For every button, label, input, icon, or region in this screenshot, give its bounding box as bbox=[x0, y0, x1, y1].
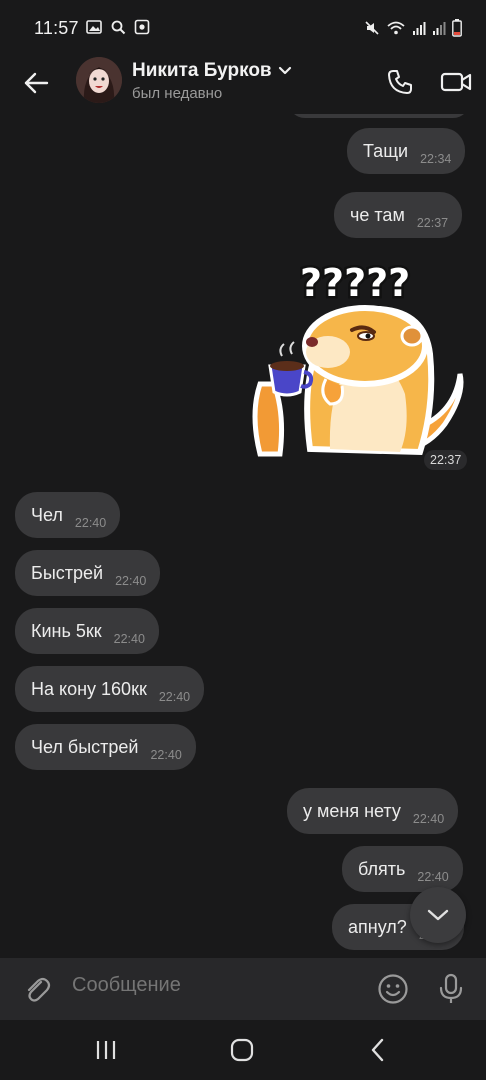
signal-icon bbox=[413, 22, 426, 35]
contact-name-row[interactable]: Никита Бурков bbox=[132, 60, 292, 82]
message-time: 22:40 bbox=[150, 748, 182, 762]
message-bubble-incoming[interactable]: Кинь 5кк 22:40 bbox=[15, 608, 159, 654]
message-bubble-incoming[interactable]: Чел быстрей 22:40 bbox=[15, 724, 196, 770]
phone-icon bbox=[388, 70, 412, 94]
video-call-button[interactable] bbox=[436, 64, 476, 100]
message-input[interactable] bbox=[72, 974, 352, 997]
sticker-message[interactable]: ????? bbox=[240, 254, 470, 466]
wifi-icon bbox=[387, 21, 405, 35]
message-bubble-incoming[interactable]: Чел 22:40 bbox=[15, 492, 121, 538]
battery-icon bbox=[452, 19, 462, 37]
message-time: 22:34 bbox=[420, 152, 452, 166]
call-button[interactable] bbox=[382, 64, 418, 100]
mute-icon bbox=[365, 21, 379, 35]
microphone-icon bbox=[439, 973, 463, 1003]
message-text: Тащи bbox=[363, 140, 409, 161]
message-text: Кинь 5кк bbox=[31, 620, 102, 641]
status-time: 11:57 bbox=[34, 18, 79, 38]
message-bubble-partial bbox=[288, 114, 470, 118]
message-time: 22:40 bbox=[158, 690, 191, 704]
message-text: На кону 160кк bbox=[31, 678, 147, 699]
smiley-icon bbox=[378, 974, 408, 1004]
chevron-down-icon bbox=[278, 66, 291, 75]
arrow-left-icon bbox=[24, 72, 49, 94]
message-text: блять bbox=[358, 858, 406, 879]
message-time: 22:40 bbox=[113, 632, 145, 646]
message-time: 22:40 bbox=[412, 812, 445, 826]
signal-icon bbox=[433, 22, 446, 35]
avatar[interactable] bbox=[76, 57, 122, 103]
message-text: че там bbox=[350, 204, 405, 225]
sticker-caption: ????? bbox=[300, 261, 410, 305]
message-time: 22:40 bbox=[74, 516, 107, 530]
system-nav-bar bbox=[0, 1020, 486, 1080]
message-bubble-outgoing[interactable]: блять 22:40 bbox=[342, 846, 463, 892]
back-icon bbox=[371, 1038, 384, 1062]
message-text: апнул? bbox=[348, 916, 407, 937]
scroll-to-bottom-button[interactable] bbox=[410, 887, 466, 943]
back-button[interactable] bbox=[18, 65, 54, 101]
message-text: Чел bbox=[31, 504, 63, 525]
message-time: 22:40 bbox=[417, 870, 449, 884]
video-camera-icon bbox=[440, 72, 472, 92]
attach-button[interactable] bbox=[20, 972, 54, 1006]
message-time: 22:40 bbox=[115, 574, 147, 588]
message-bubble-incoming[interactable]: На кону 160кк 22:40 bbox=[15, 666, 205, 712]
message-time: 22:37 bbox=[416, 216, 449, 230]
message-text: Чел быстрей bbox=[31, 736, 139, 757]
microphone-button[interactable] bbox=[432, 970, 470, 1008]
message-bubble-outgoing[interactable]: у меня нету 22:40 bbox=[287, 788, 459, 834]
status-bar: 11:57 bbox=[0, 0, 486, 56]
message-composer bbox=[0, 958, 486, 1020]
recent-apps-button[interactable] bbox=[86, 1034, 126, 1066]
home-icon bbox=[230, 1038, 254, 1062]
message-bubble-outgoing[interactable]: че там 22:37 bbox=[334, 192, 463, 238]
search-icon bbox=[111, 20, 126, 35]
recent-apps-icon bbox=[96, 1041, 116, 1059]
message-text: у меня нету bbox=[303, 800, 401, 821]
contact-status: был недавно bbox=[132, 85, 223, 102]
image-icon bbox=[86, 20, 102, 34]
message-bubble-outgoing[interactable]: Тащи 22:34 bbox=[347, 128, 466, 174]
home-button[interactable] bbox=[222, 1034, 262, 1066]
app-icon bbox=[134, 19, 150, 35]
chat-header: Никита Бурков был недавно bbox=[0, 56, 486, 114]
message-time: 22:37 bbox=[424, 450, 468, 470]
message-list[interactable]: Тащи 22:34 че там 22:37 ????? 22:37 Чел … bbox=[0, 114, 486, 958]
message-bubble-incoming[interactable]: Быстрей 22:40 bbox=[15, 550, 161, 596]
back-nav-button[interactable] bbox=[358, 1034, 398, 1066]
message-text: Быстрей bbox=[31, 562, 104, 583]
paperclip-icon bbox=[27, 977, 51, 1002]
contact-name: Никита Бурков bbox=[132, 60, 272, 81]
sticker-button[interactable] bbox=[374, 970, 412, 1008]
chevron-down-icon bbox=[427, 909, 449, 921]
